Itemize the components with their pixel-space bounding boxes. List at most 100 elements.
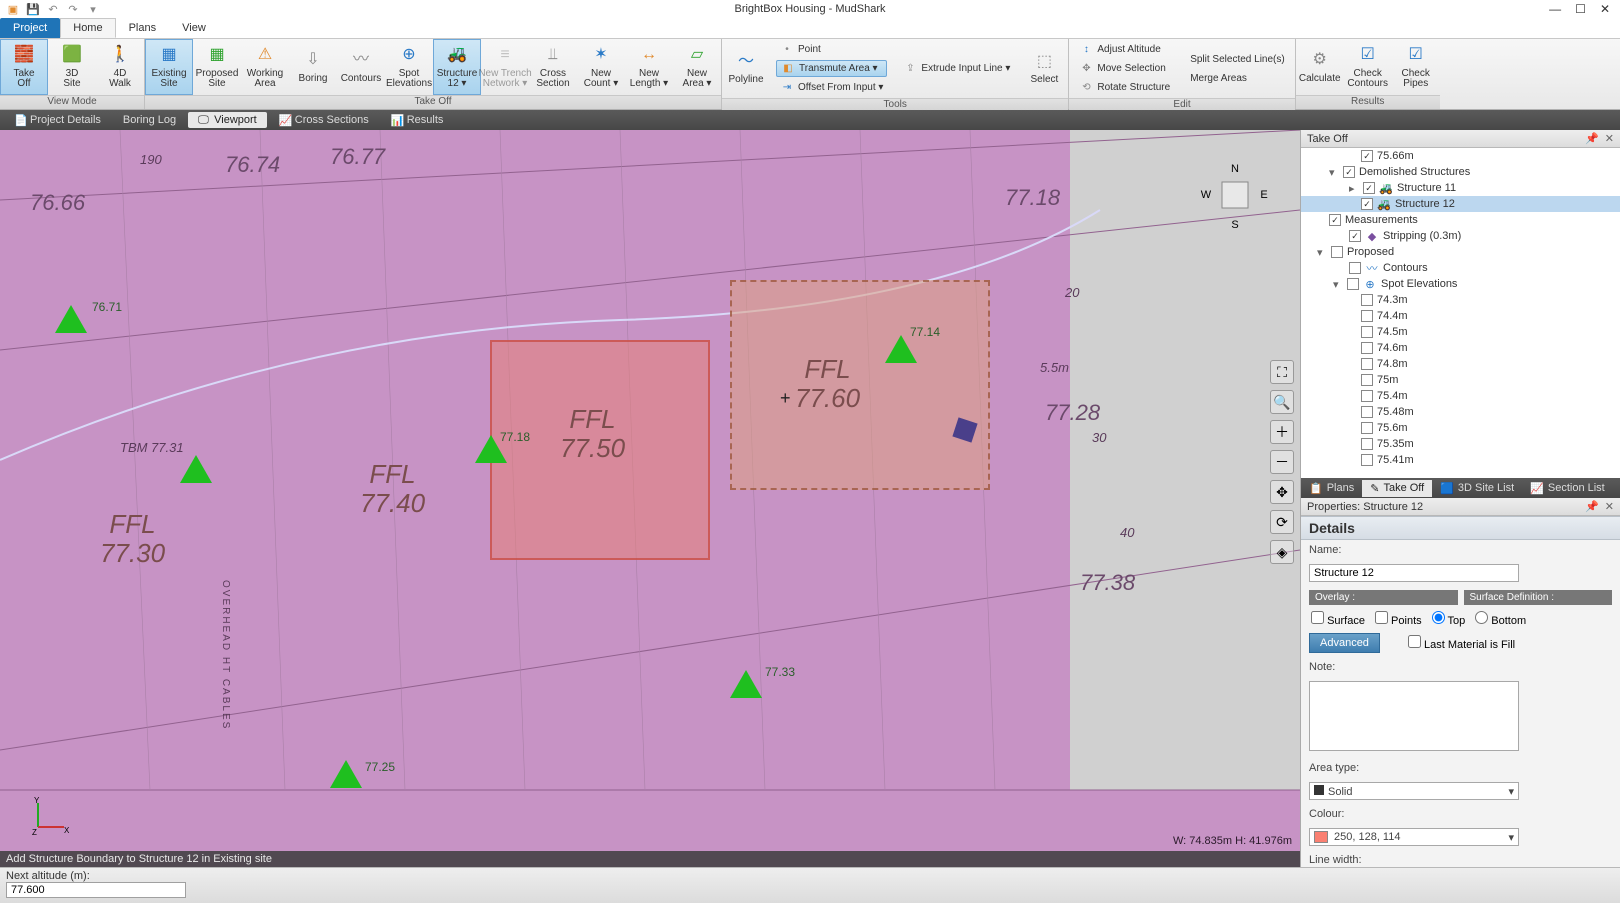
btab-3dsite[interactable]: 🟦3D Site List	[1432, 480, 1522, 497]
tree-item[interactable]: 75.41m	[1301, 452, 1620, 468]
name-input[interactable]	[1309, 564, 1519, 582]
compass[interactable]: N S E W	[1200, 160, 1270, 230]
tree-item-proposed[interactable]: ▾Proposed	[1301, 244, 1620, 260]
calculate-button[interactable]: ⚙Calculate	[1296, 39, 1344, 95]
existing-site-button[interactable]: ▦Existing Site	[145, 39, 193, 95]
last-material-checkbox[interactable]: Last Material is Fill	[1408, 635, 1515, 651]
save-icon[interactable]: 💾	[26, 2, 40, 16]
split-lines-button[interactable]: Split Selected Line(s)	[1186, 51, 1289, 68]
viewport-canvas[interactable]: 76.66 76.74 76.77 77.18 77.28 77.38 190 …	[0, 130, 1300, 867]
maximize-button[interactable]: ☐	[1575, 2, 1586, 16]
tree-item[interactable]: 74.8m	[1301, 356, 1620, 372]
pin-icon[interactable]: 📌	[1585, 500, 1599, 513]
tab-results[interactable]: 📊Results	[381, 112, 454, 128]
merge-areas-button[interactable]: Merge Areas	[1186, 70, 1289, 87]
tab-home[interactable]: Home	[60, 18, 115, 38]
top-radio[interactable]: Top	[1432, 611, 1466, 627]
transmute-area-button[interactable]: ◧Transmute Area ▾	[776, 60, 887, 77]
tree-item[interactable]: 75.35m	[1301, 436, 1620, 452]
point-button[interactable]: •Point	[776, 41, 887, 58]
select-button[interactable]: ⬚Select	[1020, 39, 1068, 98]
check-pipes-button[interactable]: ☑Check Pipes	[1392, 39, 1440, 95]
btab-plans[interactable]: 📋Plans	[1301, 480, 1362, 497]
note-textarea[interactable]	[1309, 681, 1519, 751]
colour-select[interactable]: 250, 128, 114▾	[1309, 828, 1519, 846]
rotate-structure-button[interactable]: ⟲Rotate Structure	[1075, 79, 1174, 96]
contours-button[interactable]: 〰Contours	[337, 39, 385, 95]
tab-plans[interactable]: Plans	[116, 18, 170, 38]
surface-checkbox[interactable]: Surface	[1311, 611, 1365, 627]
new-length-button[interactable]: ↔New Length ▾	[625, 39, 673, 95]
offset-from-input-button[interactable]: ⇥Offset From Input ▾	[776, 79, 887, 96]
fit-icon[interactable]: ⛶	[1270, 360, 1294, 384]
colour-label: Colour:	[1301, 804, 1620, 824]
structure-button[interactable]: 🚜Structure 12 ▾	[433, 39, 481, 95]
count-icon: ✶	[590, 45, 612, 67]
tree-item[interactable]: 75.66m	[1301, 148, 1620, 164]
tree-item[interactable]: 75.4m	[1301, 388, 1620, 404]
tree-item[interactable]: 75m	[1301, 372, 1620, 388]
viewport-side-controls: ⛶ 🔍 ＋ － ✥ ⟳ ◈	[1270, 360, 1294, 564]
tree-item-s12[interactable]: 🚜Structure 12	[1301, 196, 1620, 212]
move-selection-button[interactable]: ✥Move Selection	[1075, 60, 1174, 77]
btab-sections[interactable]: 📈Section List	[1522, 480, 1613, 497]
3d-icon: 🟦	[1440, 482, 1454, 495]
tree-item-spot-elev[interactable]: ▾⊕Spot Elevations	[1301, 276, 1620, 292]
elev-label: 77.38	[1080, 570, 1135, 596]
close-button[interactable]: ✕	[1600, 2, 1610, 16]
tree-item[interactable]: 74.3m	[1301, 292, 1620, 308]
adjust-altitude-button[interactable]: ↕Adjust Altitude	[1075, 41, 1174, 58]
tab-boring-log[interactable]: Boring Log	[113, 112, 186, 128]
tab-project-details[interactable]: 📄Project Details	[4, 112, 111, 128]
polyline-button[interactable]: 〜Polyline	[722, 39, 770, 98]
next-altitude-input[interactable]	[6, 882, 186, 898]
close-panel-icon[interactable]: ✕	[1605, 132, 1614, 145]
3d-site-button[interactable]: 🟩3D Site	[48, 39, 96, 95]
zoom-out-icon[interactable]: －	[1270, 450, 1294, 474]
new-area-button[interactable]: ▱New Area ▾	[673, 39, 721, 95]
ribbon-group-viewmode: 🧱Take Off 🟩3D Site 🚶4D Walk View Mode	[0, 39, 145, 109]
undo-icon[interactable]: ↶	[46, 2, 60, 16]
redo-icon[interactable]: ↷	[66, 2, 80, 16]
4d-walk-button[interactable]: 🚶4D Walk	[96, 39, 144, 95]
proposed-site-button[interactable]: ▦Proposed Site	[193, 39, 241, 95]
tab-project[interactable]: Project	[0, 18, 60, 38]
tab-view[interactable]: View	[169, 18, 219, 38]
tree-item-stripping[interactable]: ◆Stripping (0.3m)	[1301, 228, 1620, 244]
new-count-button[interactable]: ✶New Count ▾	[577, 39, 625, 95]
advanced-button[interactable]: Advanced	[1309, 633, 1380, 653]
zoom-in-icon[interactable]: ＋	[1270, 420, 1294, 444]
extrude-line-button[interactable]: ⇪Extrude Input Line ▾	[899, 60, 1014, 77]
working-area-button[interactable]: ⚠Working Area	[241, 39, 289, 95]
orbit-icon[interactable]: ⟳	[1270, 510, 1294, 534]
tree-item-demolished[interactable]: ▾Demolished Structures	[1301, 164, 1620, 180]
pin-icon[interactable]: 📌	[1585, 132, 1599, 145]
pan-icon[interactable]: ✥	[1270, 480, 1294, 504]
points-checkbox[interactable]: Points	[1375, 611, 1422, 627]
tree-item[interactable]: 75.48m	[1301, 404, 1620, 420]
tree-item-measurements[interactable]: Measurements	[1301, 212, 1620, 228]
tree-item[interactable]: 74.6m	[1301, 340, 1620, 356]
btab-takeoff[interactable]: ✎Take Off	[1362, 480, 1432, 497]
perspective-icon[interactable]: ◈	[1270, 540, 1294, 564]
takeoff-tree[interactable]: 75.66m ▾Demolished Structures ▸🚜Structur…	[1301, 148, 1620, 478]
take-off-button[interactable]: 🧱Take Off	[0, 39, 48, 95]
spot-elevations-button[interactable]: ⊕Spot Elevations	[385, 39, 433, 95]
tree-item[interactable]: 74.4m	[1301, 308, 1620, 324]
tree-item-contours[interactable]: 〰Contours	[1301, 260, 1620, 276]
tree-item[interactable]: 75.6m	[1301, 420, 1620, 436]
tree-item[interactable]: 74.5m	[1301, 324, 1620, 340]
close-panel-icon[interactable]: ✕	[1605, 500, 1614, 513]
check-contours-button[interactable]: ☑Check Contours	[1344, 39, 1392, 95]
area-type-select[interactable]: Solid▾	[1309, 782, 1519, 800]
qat-dropdown-icon[interactable]: ▾	[86, 2, 100, 16]
new-trench-button[interactable]: ≡New Trench Network ▾	[481, 39, 529, 95]
zoom-window-icon[interactable]: 🔍	[1270, 390, 1294, 414]
minimize-button[interactable]: —	[1549, 2, 1561, 16]
tab-cross-sections[interactable]: 📈Cross Sections	[269, 112, 379, 128]
cross-section-button[interactable]: ⫫Cross Section	[529, 39, 577, 95]
tree-item-s11[interactable]: ▸🚜Structure 11	[1301, 180, 1620, 196]
boring-button[interactable]: ⇩Boring	[289, 39, 337, 95]
bottom-radio[interactable]: Bottom	[1475, 611, 1526, 627]
tab-viewport[interactable]: 🖵Viewport	[188, 112, 267, 128]
